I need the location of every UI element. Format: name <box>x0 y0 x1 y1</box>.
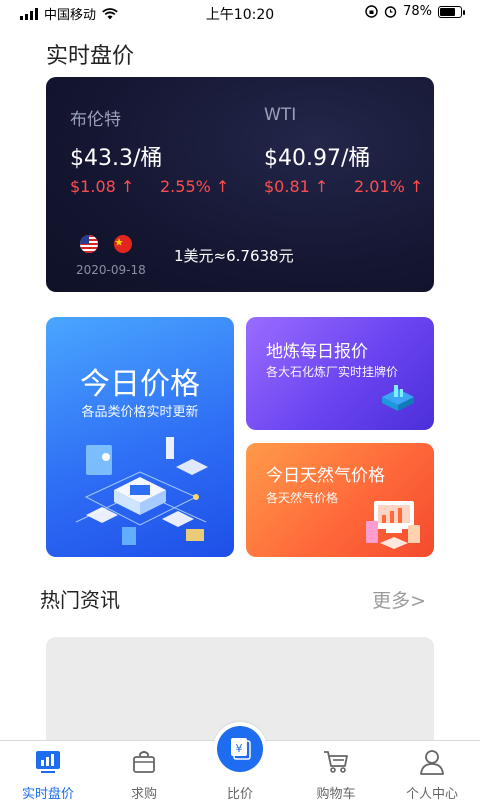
cart-icon <box>324 751 348 773</box>
brent-price: $43.3/桶 <box>70 146 163 171</box>
status-bar: 中国移动 上午10:20 78% <box>0 0 480 24</box>
tab-label: 求购 <box>130 787 157 800</box>
cn-flag-icon <box>114 235 132 253</box>
exchange-rate: 1美元≈6.7638元 <box>174 247 294 265</box>
status-right: 78% <box>365 4 465 19</box>
tab-profile[interactable]: 个人中心 <box>384 741 480 800</box>
up-arrow-icon: ↑ <box>314 177 329 196</box>
tab-label: 比价 <box>226 787 253 800</box>
center-button-inner: ¥ <box>217 726 263 772</box>
gas-illustration-icon <box>366 501 420 549</box>
realtime-section-title: 实时盘价 <box>46 44 135 69</box>
compare-price-center-button[interactable]: ¥ <box>213 722 267 776</box>
data-center-illustration-icon <box>75 437 208 545</box>
up-arrow-icon: ↑ <box>409 177 424 196</box>
realtime-price-card[interactable]: 布伦特 $43.3/桶 $1.08 ↑ 2.55% ↑ WTI $40.97/桶… <box>46 77 434 292</box>
yen-symbol: ¥ <box>236 742 243 755</box>
brent-change-value: $1.08 <box>70 177 116 196</box>
alarm-icon <box>384 6 397 18</box>
brent-change: $1.08 ↑ <box>70 177 134 196</box>
tab-realtime-price[interactable]: 实时盘价 <box>0 741 96 800</box>
today-price-title: 今日价格 <box>80 367 200 402</box>
wti-change: $0.81 ↑ <box>264 177 328 196</box>
refinery-quote-card[interactable]: 地炼每日报价 各大石化炼厂实时挂牌价 <box>246 317 434 430</box>
battery-fill <box>440 7 455 16</box>
news-section-title: 热门资讯 <box>40 588 120 612</box>
tab-label: 个人中心 <box>405 787 458 800</box>
price-date: 2020-09-18 <box>76 263 146 277</box>
battery-icon <box>438 5 465 18</box>
wti-change-pct-value: 2.01% <box>354 177 405 196</box>
us-flag-icon <box>80 235 98 253</box>
basket-icon <box>133 751 155 773</box>
up-arrow-icon: ↑ <box>120 177 135 196</box>
up-arrow-icon: ↑ <box>215 177 230 196</box>
today-price-subtitle: 各品类价格实时更新 <box>81 405 199 420</box>
refinery-title: 地炼每日报价 <box>266 342 368 362</box>
user-icon <box>420 750 444 775</box>
wti-name: WTI <box>264 105 297 125</box>
more-news-link[interactable]: 更多> <box>372 586 426 613</box>
chart-icon <box>36 751 60 773</box>
gas-title: 今日天然气价格 <box>266 466 385 486</box>
natural-gas-price-card[interactable]: 今日天然气价格 各天然气价格 <box>246 443 434 557</box>
wti-change-value: $0.81 <box>264 177 310 196</box>
tab-label: 购物车 <box>316 787 356 800</box>
brent-name: 布伦特 <box>70 110 121 130</box>
brent-change-pct-value: 2.55% <box>160 177 211 196</box>
tab-purchase[interactable]: 求购 <box>96 741 192 800</box>
gas-subtitle: 各天然气价格 <box>266 491 339 505</box>
tab-label: 实时盘价 <box>21 787 74 800</box>
refinery-illustration-icon <box>382 385 414 411</box>
battery-percent: 78% <box>403 4 432 19</box>
wti-change-pct: 2.01% ↑ <box>354 177 423 196</box>
yen-icon: ¥ <box>231 738 251 760</box>
tab-cart[interactable]: 购物车 <box>288 741 384 800</box>
rotation-lock-icon <box>365 5 378 18</box>
today-price-card[interactable]: 今日价格 各品类价格实时更新 <box>46 317 234 557</box>
brent-change-pct: 2.55% ↑ <box>160 177 229 196</box>
wti-price: $40.97/桶 <box>264 146 371 171</box>
refinery-subtitle: 各大石化炼厂实时挂牌价 <box>266 365 399 379</box>
